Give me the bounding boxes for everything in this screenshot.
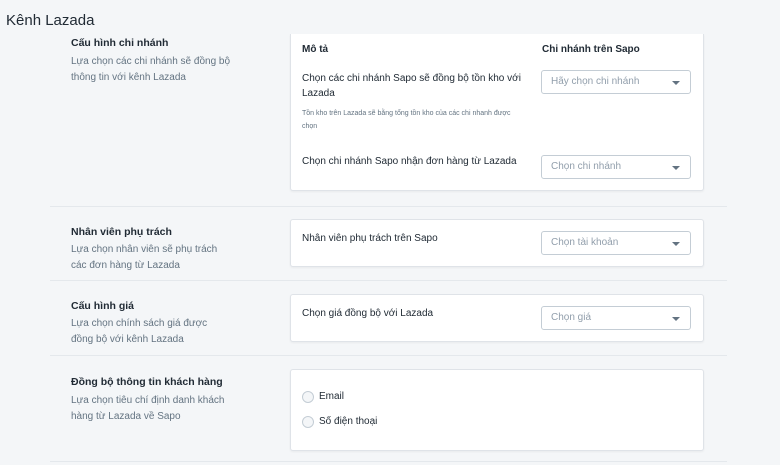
branch-config-title: Cấu hình chi nhánh: [71, 37, 169, 49]
customer-sync-description: Lựa chọn tiêu chí định danh khách hàng t…: [71, 395, 225, 422]
branch-config-description: Lựa chọn các chi nhánh sẽ đồng bộ thông …: [71, 56, 231, 83]
price-description: Lựa chọn chính sách giá được đồng bộ với…: [71, 318, 208, 345]
column-header-description: Mô tả: [302, 44, 329, 55]
section-divider: [50, 206, 727, 207]
email-radio[interactable]: [302, 391, 314, 403]
chevron-down-icon: [672, 317, 680, 321]
email-radio-label[interactable]: Email: [319, 391, 344, 402]
branch-config-card: Mô tả Chi nhánh trên Sapo Chọn các chi n…: [290, 34, 704, 191]
price-placeholder: Chọn giá: [551, 312, 592, 323]
section-divider: [50, 355, 727, 356]
phone-radio[interactable]: [302, 416, 314, 428]
price-label: Chọn giá đồng bộ với Lazada: [302, 308, 434, 319]
inventory-branch-select[interactable]: Hãy chọn chi nhánh: [541, 70, 691, 94]
phone-radio-label[interactable]: Số điện thoại: [319, 416, 377, 427]
price-title: Cấu hình giá: [71, 300, 134, 312]
staff-card: Nhân viên phụ trách trên Sapo Chọn tài k…: [290, 219, 704, 267]
inventory-branch-placeholder: Hãy chọn chi nhánh: [551, 76, 640, 87]
order-branch-select[interactable]: Chọn chi nhánh: [541, 155, 691, 179]
inventory-sync-branch-label: Chọn các chi nhánh Sapo sẽ đồng bộ tồn k…: [302, 73, 521, 99]
section-divider: [50, 461, 727, 462]
page-title: Kênh Lazada: [6, 12, 95, 29]
price-card: Chọn giá đồng bộ với Lazada Chọn giá: [290, 294, 704, 342]
chevron-down-icon: [672, 166, 680, 170]
price-select[interactable]: Chọn giá: [541, 306, 691, 330]
order-branch-placeholder: Chọn chi nhánh: [551, 161, 622, 172]
chevron-down-icon: [672, 242, 680, 246]
section-divider: [50, 280, 727, 281]
staff-label: Nhân viên phụ trách trên Sapo: [302, 233, 438, 244]
staff-title: Nhân viên phụ trách: [71, 226, 172, 238]
staff-account-select[interactable]: Chọn tài khoản: [541, 231, 691, 255]
customer-sync-title: Đồng bộ thông tin khách hàng: [71, 376, 223, 388]
staff-account-placeholder: Chọn tài khoản: [551, 237, 619, 248]
order-branch-label: Chọn chi nhánh Sapo nhận đơn hàng từ Laz…: [302, 156, 517, 167]
customer-sync-card: Email Số điện thoại: [290, 369, 704, 451]
staff-description: Lựa chọn nhân viên sẽ phụ trách các đơn …: [71, 244, 218, 271]
inventory-sync-note: Tồn kho trên Lazada sẽ bằng tổng tồn kho…: [302, 110, 511, 130]
chevron-down-icon: [672, 81, 680, 85]
column-header-sapo-branch: Chi nhánh trên Sapo: [542, 44, 640, 55]
